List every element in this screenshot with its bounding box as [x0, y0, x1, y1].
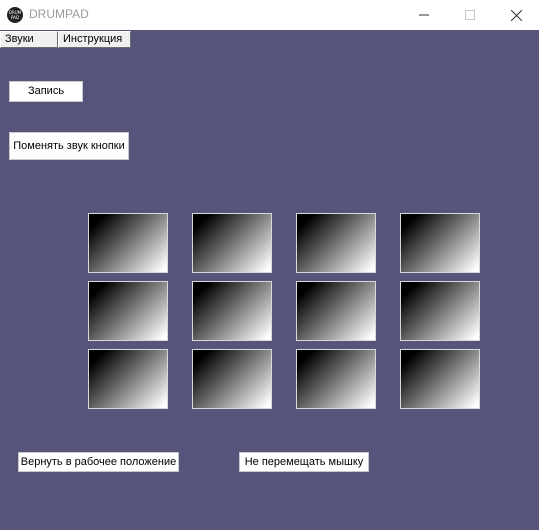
drum-pad-7[interactable] — [296, 281, 376, 341]
drum-pad-11[interactable] — [296, 349, 376, 409]
close-button[interactable] — [493, 0, 539, 30]
reset-position-button[interactable]: Вернуть в рабочее положение — [18, 452, 179, 472]
drum-pad-8[interactable] — [400, 281, 480, 341]
minimize-button[interactable] — [401, 0, 447, 30]
drum-pad-10[interactable] — [192, 349, 272, 409]
maximize-button[interactable] — [447, 0, 493, 30]
drumpad-logo-icon: DRUM PAD — [7, 7, 23, 23]
title-bar: DRUM PAD DRUMPAD — [0, 0, 539, 30]
menu-bar: Звуки Инструкция — [0, 30, 539, 49]
record-button[interactable]: Запись — [9, 81, 83, 102]
main-area: Запись Поменять звук кнопки Вернуть в ра… — [0, 49, 539, 530]
menu-item-instructions[interactable]: Инструкция — [58, 31, 131, 48]
menu-item-sounds[interactable]: Звуки — [0, 31, 58, 48]
window-title: DRUMPAD — [29, 7, 89, 21]
drum-pad-12[interactable] — [400, 349, 480, 409]
drum-pad-9[interactable] — [88, 349, 168, 409]
drum-pad-3[interactable] — [296, 213, 376, 273]
change-sound-button[interactable]: Поменять звук кнопки — [9, 132, 129, 160]
drum-pad-6[interactable] — [192, 281, 272, 341]
drum-pad-4[interactable] — [400, 213, 480, 273]
drum-pad-5[interactable] — [88, 281, 168, 341]
minimize-icon — [419, 14, 429, 16]
maximize-icon — [465, 10, 475, 20]
close-icon — [510, 9, 522, 21]
drum-pad-2[interactable] — [192, 213, 272, 273]
drum-pad-1[interactable] — [88, 213, 168, 273]
no-mouse-move-button[interactable]: Не перемещать мышку — [239, 452, 369, 472]
